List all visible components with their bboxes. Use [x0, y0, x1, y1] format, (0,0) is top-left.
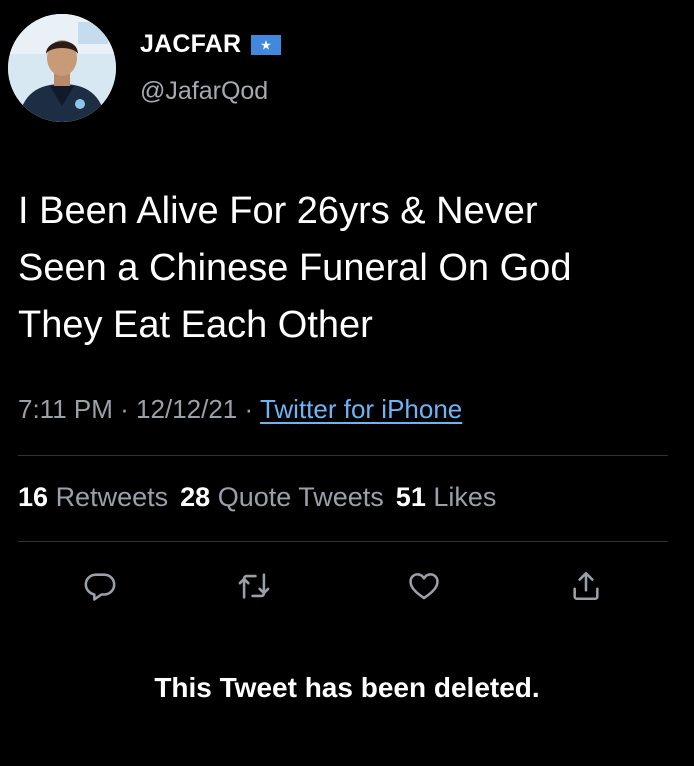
share-icon	[573, 571, 599, 601]
tweet-card: JACFAR @JafarQod I Been Alive For 26yrs …	[0, 0, 694, 766]
tweet-text: I Been Alive For 26yrs & Never Seen a Ch…	[18, 183, 678, 354]
author-name-row[interactable]: JACFAR	[140, 30, 282, 59]
meta-separator: ·	[244, 394, 254, 424]
divider	[18, 541, 668, 542]
quote-tweets-count: 28	[180, 482, 211, 512]
quote-tweets-stat[interactable]: 28 Quote Tweets	[180, 482, 384, 512]
tweet-text-line: Seen a Chinese Funeral On God	[18, 247, 572, 289]
tweet-meta: 7:11 PM · 12/12/21 · Twitter for iPhone	[18, 394, 462, 425]
reply-icon	[84, 573, 116, 601]
author-handle[interactable]: @JafarQod	[140, 77, 268, 106]
retweets-stat[interactable]: 16 Retweets	[18, 482, 168, 512]
retweet-button[interactable]	[234, 566, 274, 606]
tweet-date[interactable]: 12/12/21	[136, 394, 237, 424]
heart-icon	[409, 573, 439, 600]
avatar-image	[8, 14, 116, 122]
retweets-count: 16	[18, 482, 49, 512]
likes-stat[interactable]: 51 Likes	[396, 482, 497, 512]
divider	[18, 455, 668, 456]
tweet-text-line: I Been Alive For 26yrs & Never	[18, 190, 538, 232]
tweet-stats: 16 Retweets 28 Quote Tweets 51 Likes	[18, 482, 496, 513]
retweet-icon	[238, 573, 270, 599]
tweet-source-link[interactable]: Twitter for iPhone	[260, 394, 462, 424]
deleted-tweet-notice: This Tweet has been deleted.	[154, 672, 540, 703]
likes-label: Likes	[433, 482, 497, 512]
likes-count: 51	[395, 482, 426, 512]
retweets-label: Retweets	[55, 482, 169, 512]
display-name[interactable]: JACFAR	[140, 30, 241, 59]
tweet-time[interactable]: 7:11 PM	[18, 394, 113, 424]
reply-button[interactable]	[80, 566, 120, 606]
tweet-text-line: They Eat Each Other	[18, 304, 373, 346]
share-button[interactable]	[566, 566, 606, 606]
quote-tweets-label: Quote Tweets	[217, 482, 384, 512]
somalia-flag-icon	[251, 34, 282, 55]
like-button[interactable]	[404, 566, 444, 606]
avatar[interactable]	[8, 14, 116, 122]
meta-separator: ·	[120, 394, 129, 424]
